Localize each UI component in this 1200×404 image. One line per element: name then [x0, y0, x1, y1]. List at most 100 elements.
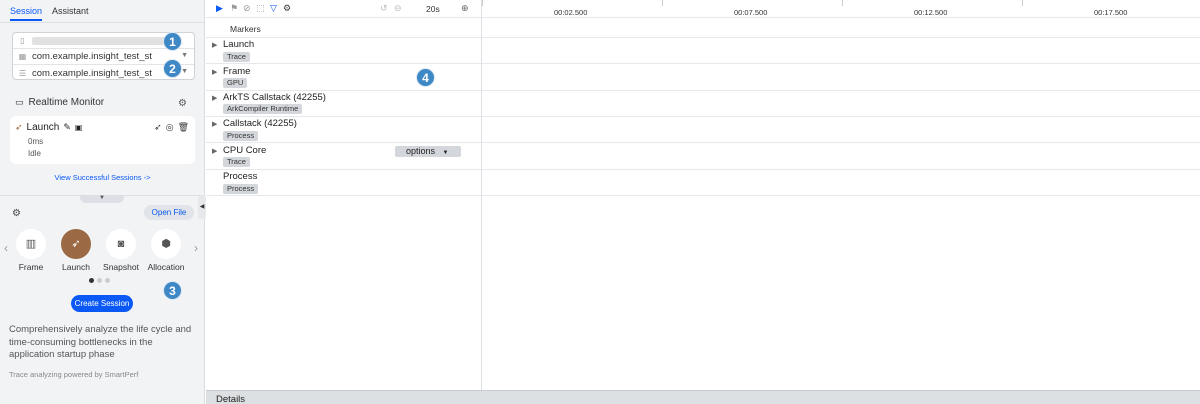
track-tag: GPU: [223, 78, 248, 88]
row-divider: [206, 17, 1200, 18]
ruler-tick: [1022, 0, 1023, 6]
expand-arrow-icon[interactable]: ▶: [212, 147, 217, 155]
launch-icon[interactable]: ➶: [154, 122, 162, 133]
track-title: Frame: [223, 66, 251, 77]
filter-icon[interactable]: ▽: [270, 3, 277, 14]
settings-icon[interactable]: ⚙: [283, 3, 291, 14]
details-panel-header[interactable]: Details: [206, 390, 1200, 404]
carousel-next-icon[interactable]: ›: [194, 241, 198, 255]
details-label: Details: [216, 394, 246, 404]
track-title: Process: [223, 171, 258, 182]
expand-arrow-icon[interactable]: ▶: [212, 41, 217, 49]
tab-divider: [0, 22, 204, 23]
time-tick-label: 00:17.500: [1094, 8, 1128, 17]
rocket-icon: ➶: [15, 122, 23, 132]
view-successful-sessions-link[interactable]: View Successful Sessions ->: [0, 173, 204, 182]
tool-frame-label: Frame: [18, 262, 44, 272]
panel-resize-handle[interactable]: ◀: [198, 195, 206, 219]
powered-by-text: Trace analyzing powered by SmartPerf: [9, 370, 139, 379]
tool-snapshot[interactable]: ◙ Snapshot: [100, 229, 142, 272]
row-divider: [206, 142, 1200, 143]
panel-tabs: Session Assistant: [10, 5, 89, 23]
row-divider: [206, 169, 1200, 170]
row-divider: [206, 116, 1200, 117]
list-icon: ☰: [18, 68, 27, 78]
ruler-tick: [482, 0, 483, 6]
carousel-pagination: [89, 278, 110, 283]
undo-icon[interactable]: ↺: [380, 3, 388, 14]
session-status: Idle: [28, 149, 41, 158]
tab-assistant[interactable]: Assistant: [52, 5, 89, 21]
callout-badge-4: 4: [416, 68, 435, 87]
play-icon[interactable]: ▶: [216, 3, 223, 14]
callout-badge-3: 3: [163, 281, 182, 300]
callout-badge-2: 2: [163, 59, 182, 78]
tool-allocation-label: Allocation: [147, 262, 185, 272]
chevron-down-icon: ▼: [442, 150, 449, 156]
collapse-handle[interactable]: ▼: [80, 195, 124, 203]
app-select-value: com.example.insight_test_st: [32, 51, 152, 62]
session-type-carousel: ▥ Frame ➶ Launch ◙ Snapshot ⬢ Allocation: [12, 229, 190, 274]
ruler-tick: [842, 0, 843, 6]
page-dot[interactable]: [89, 278, 94, 283]
chevron-down-icon[interactable]: ▼: [181, 52, 188, 59]
track-title: CPU Core: [223, 145, 267, 156]
create-session-button[interactable]: Create Session: [71, 295, 133, 312]
tool-allocation[interactable]: ⬢ Allocation: [145, 229, 187, 272]
session-description: Comprehensively analyze the life cycle a…: [9, 324, 192, 360]
row-divider: [206, 37, 1200, 38]
zoom-in-icon[interactable]: ⊕: [461, 3, 469, 14]
realtime-session-card[interactable]: ➶ Launch ✎ ▣ 0ms Idle ➶ ◎ 🗑: [10, 116, 195, 164]
timeline-toolbar: ▶ ⚑ ⊘ ⬚ ▽ ⚙ ↺ ⊖ 20s ⊕: [206, 0, 482, 18]
record-icon[interactable]: ▣: [75, 123, 83, 132]
edit-icon[interactable]: ✎: [63, 122, 71, 133]
track-tag: Process: [223, 131, 259, 141]
track-tag: Trace: [223, 157, 250, 167]
phone-icon: ▯: [20, 36, 25, 45]
monitor-icon: ▭: [15, 97, 24, 107]
flag-icon[interactable]: ⚑: [230, 3, 238, 14]
tool-snapshot-label: Snapshot: [103, 262, 139, 272]
callout-badge-1: 1: [163, 32, 182, 51]
stop-icon[interactable]: ⊘: [243, 3, 251, 14]
target-icon[interactable]: ◎: [166, 122, 174, 133]
time-ruler: 00:02.500 00:07.500 00:12.500 00:17.500: [482, 0, 1200, 18]
ruler-tick: [662, 0, 663, 6]
tab-session[interactable]: Session: [10, 5, 43, 21]
track-title: Callstack (42255): [223, 118, 297, 129]
page-dot[interactable]: [105, 278, 110, 283]
tool-frame[interactable]: ▥ Frame: [10, 229, 52, 272]
carousel-prev-icon[interactable]: ‹: [4, 241, 8, 255]
row-divider: [206, 63, 1200, 64]
chevron-down-icon[interactable]: ▼: [181, 68, 188, 75]
realtime-monitor-header: ▭ Realtime Monitor: [15, 97, 104, 108]
time-tick-label: 00:12.500: [914, 8, 948, 17]
expand-arrow-icon[interactable]: ▶: [212, 68, 217, 76]
track-list-divider[interactable]: [481, 0, 482, 392]
markers-label: Markers: [230, 24, 261, 34]
open-file-button[interactable]: Open File: [144, 205, 194, 220]
row-divider: [206, 90, 1200, 91]
select-icon[interactable]: ⬚: [256, 3, 265, 14]
session-panel: Session Assistant ▯ ▦ com.example.insigh…: [0, 0, 205, 404]
cube-icon: ⬢: [151, 229, 181, 259]
track-tag: Process: [223, 184, 259, 194]
zoom-level: 20s: [426, 4, 440, 14]
device-name-redacted: [32, 36, 182, 45]
expand-arrow-icon[interactable]: ▶: [212, 94, 217, 102]
realtime-monitor-title: Realtime Monitor: [28, 97, 105, 108]
page-dot[interactable]: [97, 278, 102, 283]
expand-arrow-icon[interactable]: ▶: [212, 120, 217, 128]
process-select-value: com.example.insight_test_st: [32, 67, 152, 79]
delete-icon[interactable]: 🗑: [178, 122, 189, 133]
session-card-title: ➶ Launch ✎ ▣: [15, 122, 82, 133]
settings-icon[interactable]: ⚙: [178, 98, 187, 109]
settings-icon[interactable]: ⚙: [12, 208, 21, 219]
row-divider: [206, 195, 1200, 196]
zoom-out-icon[interactable]: ⊖: [394, 3, 402, 14]
tool-launch[interactable]: ➶ Launch: [55, 229, 97, 272]
track-title: ArkTS Callstack (42255): [223, 92, 326, 103]
time-tick-label: 00:02.500: [554, 8, 588, 17]
session-duration: 0ms: [28, 137, 44, 146]
options-dropdown[interactable]: options ▼: [395, 146, 461, 157]
